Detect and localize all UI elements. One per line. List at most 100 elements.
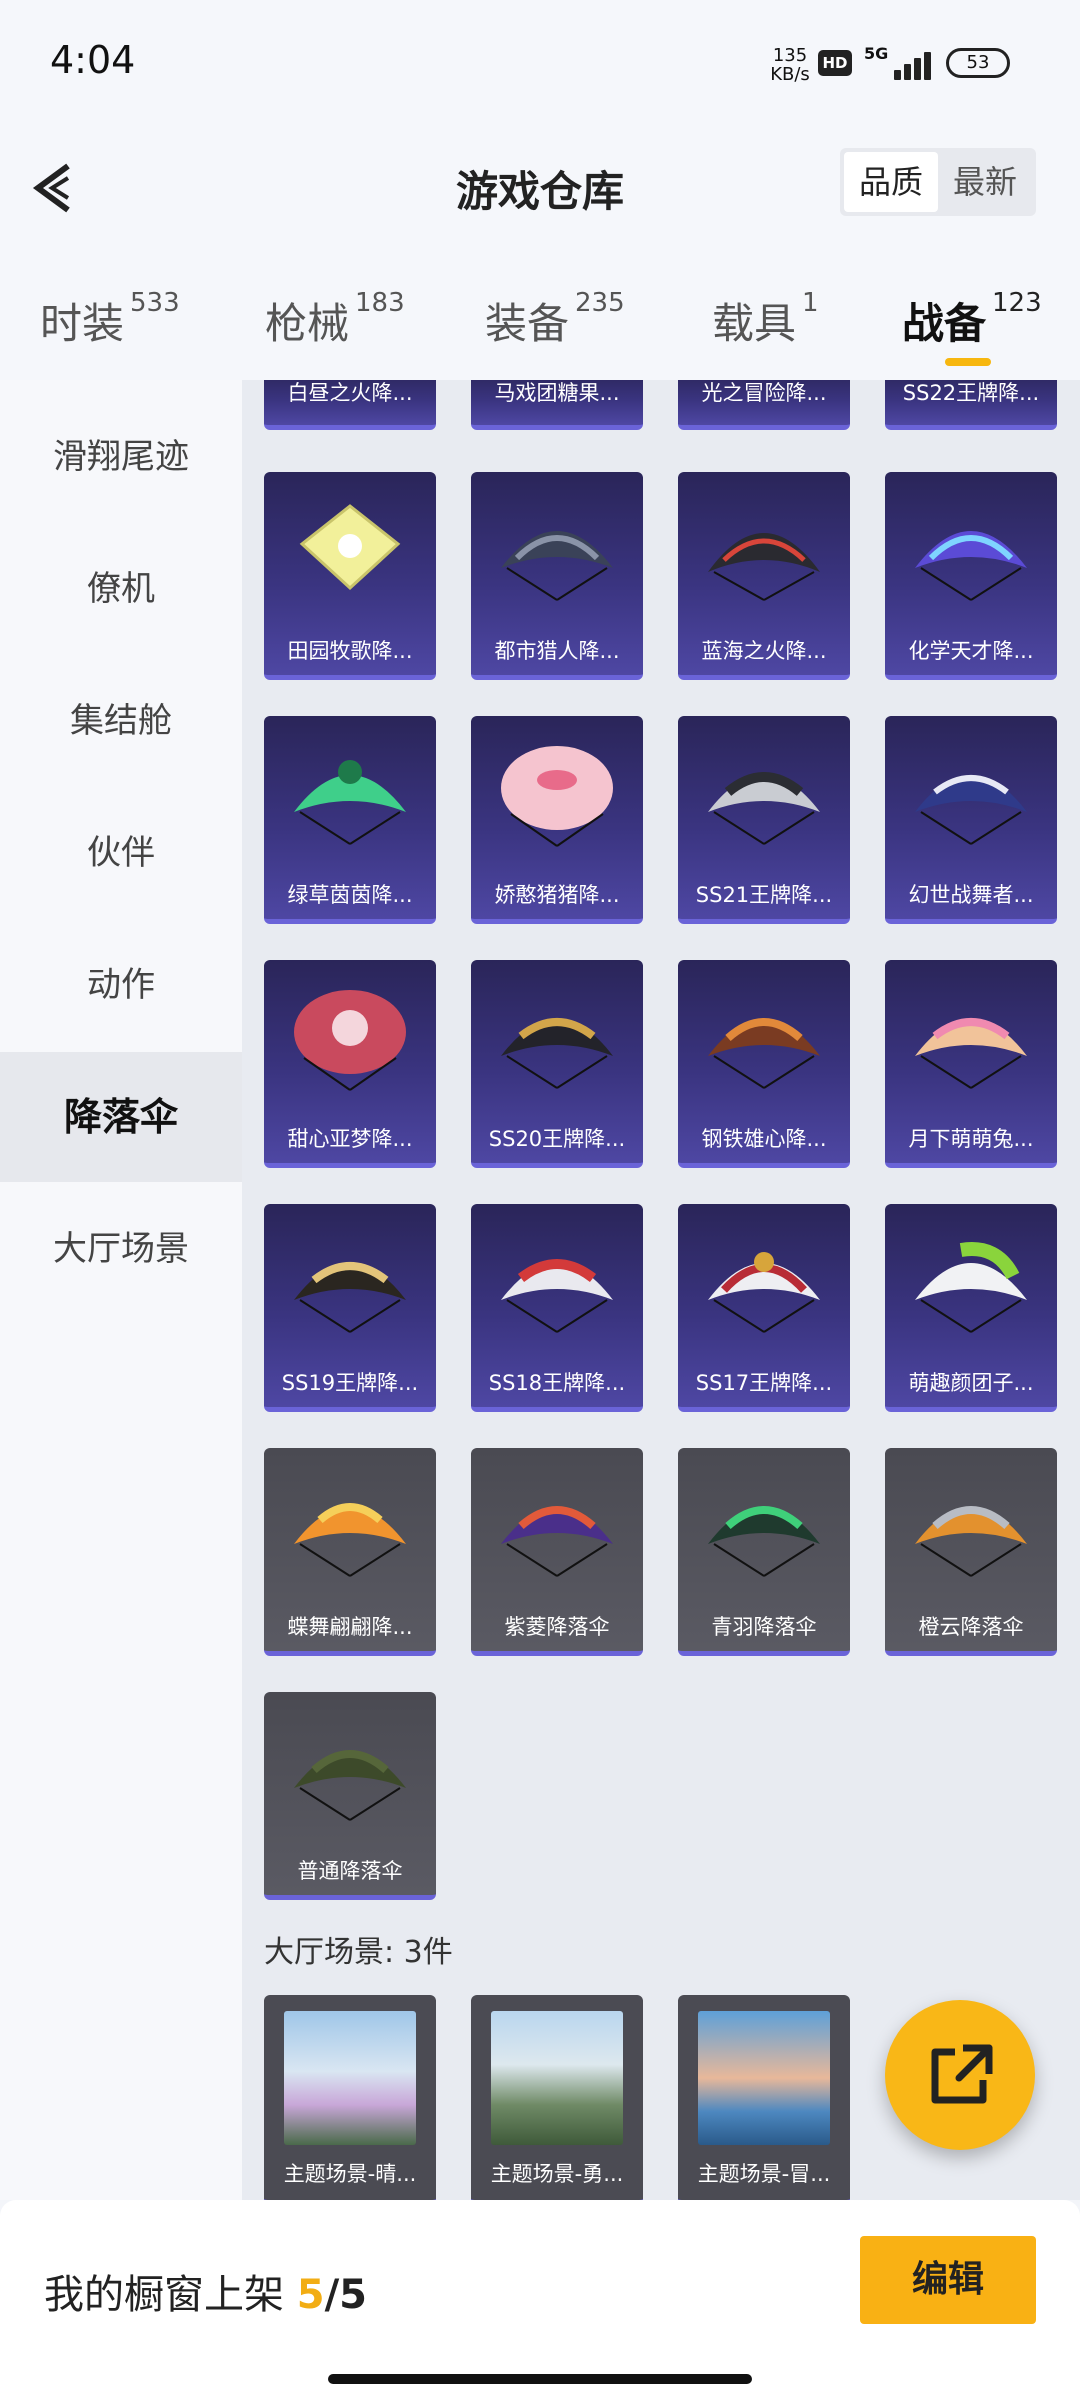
tab-vehicles[interactable]: 载具 1 — [712, 288, 819, 351]
parachute-card[interactable]: 白昼之火降... — [264, 380, 436, 430]
side-nav-emote[interactable]: 动作 — [0, 920, 242, 1050]
parachute-icon — [501, 531, 613, 601]
parachute-card[interactable]: 普通降落伞 — [264, 1692, 436, 1900]
side-nav-rally-pod[interactable]: 集结舱 — [0, 656, 242, 786]
item-name: 马戏团糖果... — [494, 381, 620, 405]
parachute-icon — [708, 772, 820, 845]
signal-icon: 5G — [860, 44, 932, 80]
parachute-card[interactable]: 橙云降落伞 — [885, 1448, 1057, 1656]
parachute-icon — [708, 1018, 820, 1089]
side-nav-lobby-scene[interactable]: 大厅场景 — [0, 1184, 242, 1314]
item-name: 都市猎人降... — [494, 639, 620, 663]
tab-equipment[interactable]: 装备 235 — [485, 288, 625, 351]
item-name: 橙云降落伞 — [918, 1615, 1024, 1639]
lobby-scene-card[interactable]: 主题场景-冒... — [678, 1995, 850, 2200]
parachute-card[interactable]: 钢铁雄心降... — [678, 960, 850, 1168]
showcase-bar: 我的橱窗上架 5/5 编辑 — [0, 2200, 1080, 2400]
parachute-card[interactable]: 化学天才降... — [885, 472, 1057, 680]
tab-outfits[interactable]: 时装 533 — [40, 288, 180, 351]
item-name: 主题场景-勇... — [490, 2162, 624, 2186]
showcase-count: 我的橱窗上架 5/5 — [44, 2272, 368, 2318]
back-arrow-icon[interactable] — [28, 158, 88, 218]
external-link-icon — [931, 2044, 993, 2104]
battery-icon: 53 — [946, 48, 1010, 78]
lobby-scene-card[interactable]: 主题场景-晴... — [264, 1995, 436, 2200]
item-name: 主题场景-晴... — [283, 2162, 417, 2186]
sort-by-quality[interactable]: 品质 — [844, 152, 938, 212]
parachute-card[interactable]: 紫菱降落伞 — [471, 1448, 643, 1656]
item-name: 光之冒险降... — [701, 381, 827, 405]
item-name: 田园牧歌降... — [287, 639, 413, 663]
parachute-card[interactable]: SS18王牌降... — [471, 1204, 643, 1412]
parachute-card[interactable]: 马戏团糖果... — [471, 380, 643, 430]
item-name: SS21王牌降... — [695, 883, 833, 907]
item-name: 甜心亚梦降... — [287, 1127, 413, 1151]
parachute-card[interactable]: 光之冒险降... — [678, 380, 850, 430]
header: 游戏仓库 品质 最新 — [0, 130, 1080, 250]
parachute-icon — [915, 531, 1027, 601]
item-name: 化学天才降... — [908, 639, 1034, 663]
scene-thumbnail — [491, 2011, 623, 2145]
parachute-icon — [501, 1018, 613, 1089]
tab-weapons[interactable]: 枪械 183 — [265, 288, 405, 351]
edit-button[interactable]: 编辑 — [860, 2236, 1036, 2324]
share-button[interactable] — [885, 2000, 1035, 2150]
parachute-card[interactable]: 蝶舞翩翩降... — [264, 1448, 436, 1656]
side-nav: 滑翔尾迹 僚机 集结舱 伙伴 动作 降落伞 大厅场景 — [0, 380, 242, 2200]
network-speed: 135 KB/s — [760, 46, 820, 84]
active-tab-indicator — [945, 358, 991, 366]
parachute-card[interactable]: SS22王牌降... — [885, 380, 1057, 430]
item-name: 紫菱降落伞 — [504, 1615, 610, 1639]
parachute-card[interactable]: 幻世战舞者... — [885, 716, 1057, 924]
item-name: 钢铁雄心降... — [701, 1127, 827, 1151]
item-grid: 白昼之火降... 马戏团糖果... 光之冒险降... SS22王牌降... 田园… — [242, 380, 1080, 2200]
lobby-scene-card[interactable]: 主题场景-勇... — [471, 1995, 643, 2200]
parachute-icon — [915, 1242, 1027, 1333]
parachute-card[interactable]: SS20王牌降... — [471, 960, 643, 1168]
home-indicator[interactable] — [328, 2374, 752, 2384]
item-name: 普通降落伞 — [297, 1859, 403, 1883]
side-nav-companion[interactable]: 伙伴 — [0, 788, 242, 918]
sort-by-newest[interactable]: 最新 — [938, 152, 1032, 212]
network-speed-unit: KB/s — [770, 64, 810, 85]
item-name: SS18王牌降... — [488, 1371, 626, 1395]
item-name: 萌趣颜团子... — [908, 1371, 1034, 1395]
network-type: 5G — [864, 44, 889, 63]
lobby-scene-section-title: 大厅场景: 3件 — [264, 1935, 453, 1970]
parachute-card[interactable]: 甜心亚梦降... — [264, 960, 436, 1168]
side-nav-glide-trail[interactable]: 滑翔尾迹 — [0, 392, 242, 522]
tab-combat-prep[interactable]: 战备 123 — [902, 288, 1042, 351]
parachute-card[interactable]: SS17王牌降... — [678, 1204, 850, 1412]
sort-toggle: 品质 最新 — [840, 148, 1036, 216]
parachute-icon — [501, 1259, 613, 1333]
scene-thumbnail — [698, 2011, 830, 2145]
parachute-card[interactable]: 田园牧歌降... — [264, 472, 436, 680]
network-speed-value: 135 — [772, 45, 808, 66]
parachute-icon — [501, 746, 613, 847]
parachute-icon — [708, 1252, 820, 1333]
side-nav-parachute[interactable]: 降落伞 — [0, 1052, 242, 1182]
parachute-icon — [915, 1506, 1027, 1577]
parachute-card[interactable]: 月下萌萌兔... — [885, 960, 1057, 1168]
parachute-icon — [294, 1262, 406, 1333]
parachute-card[interactable]: 青羽降落伞 — [678, 1448, 850, 1656]
parachute-card[interactable]: 萌趣颜团子... — [885, 1204, 1057, 1412]
item-name: 月下萌萌兔... — [908, 1127, 1034, 1151]
parachute-icon — [708, 533, 820, 601]
parachute-card[interactable]: 都市猎人降... — [471, 472, 643, 680]
parachute-icon — [708, 1506, 820, 1577]
parachute-icon — [294, 1750, 406, 1821]
item-name: SS19王牌降... — [281, 1371, 419, 1395]
parachute-card[interactable]: SS21王牌降... — [678, 716, 850, 924]
item-name: 蓝海之火降... — [701, 639, 827, 663]
status-bar: 4:04 135 KB/s HD 5G 53 — [0, 0, 1080, 130]
parachute-pillow-icon — [299, 504, 401, 591]
parachute-card[interactable]: 娇憨猪猪降... — [471, 716, 643, 924]
item-name: SS17王牌降... — [695, 1371, 833, 1395]
parachute-icon — [501, 1506, 613, 1577]
parachute-card[interactable]: SS19王牌降... — [264, 1204, 436, 1412]
parachute-card[interactable]: 绿草茵茵降... — [264, 716, 436, 924]
parachute-icon — [915, 775, 1027, 845]
parachute-card[interactable]: 蓝海之火降... — [678, 472, 850, 680]
side-nav-wingman[interactable]: 僚机 — [0, 524, 242, 654]
